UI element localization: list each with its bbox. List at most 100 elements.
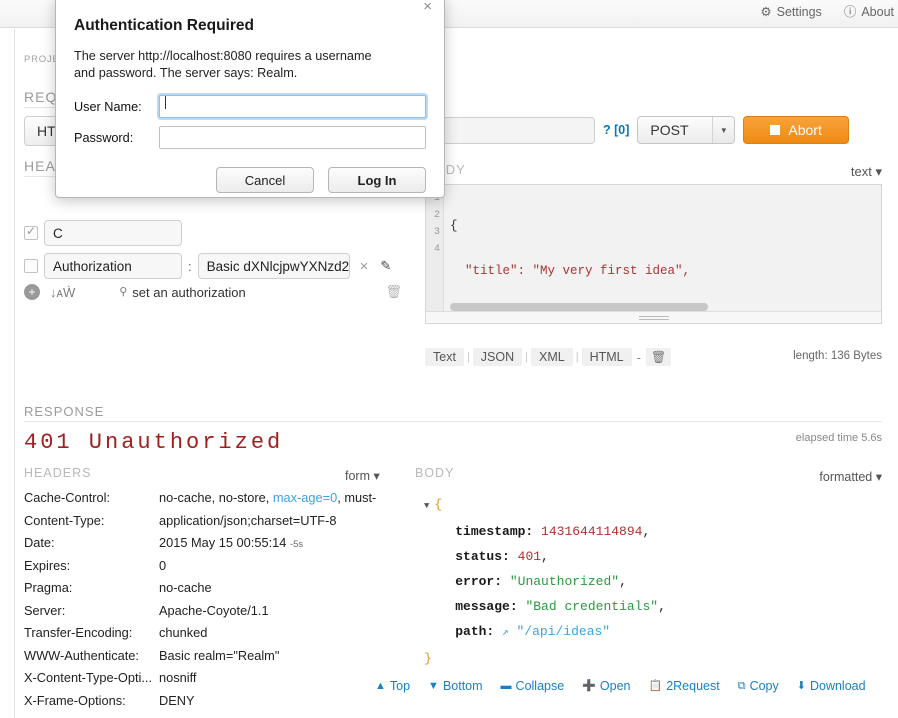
response-headers-label: HEADERS xyxy=(24,466,91,480)
header-key: Content-Type: xyxy=(24,513,159,528)
add-header-icon[interactable]: + xyxy=(24,284,40,300)
json-field: message: "Bad credentials", xyxy=(424,594,884,619)
table-row: WWW-Authenticate: Basic realm="Realm" xyxy=(24,648,424,671)
separator: - xyxy=(632,350,646,365)
header-value: application/json;charset=UTF-8 xyxy=(159,513,336,528)
open-button[interactable]: ➕Open xyxy=(582,679,630,693)
password-row: Password: xyxy=(74,126,426,149)
download-button[interactable]: ⬇Download xyxy=(797,679,866,693)
json-value: "Bad credentials" xyxy=(525,599,658,614)
chevron-down-icon: ▾ xyxy=(876,470,882,484)
request-body-format-select[interactable]: text ▾ xyxy=(851,164,882,180)
close-icon[interactable]: × xyxy=(423,0,432,15)
dialog-title: Authentication Required xyxy=(74,17,426,35)
json-comma: , xyxy=(642,524,650,539)
header-row: Authorization : Basic dXNlcjpwYXNzd2! × … xyxy=(24,253,393,279)
collapse-triangle-icon[interactable]: ▼ xyxy=(424,501,429,511)
table-row: Server: Apache-Coyote/1.1 xyxy=(24,603,424,626)
header-value-note: -5s xyxy=(290,539,303,550)
header-key: Date: xyxy=(24,535,159,550)
clear-body-icon[interactable]: 🗑 xyxy=(646,348,671,366)
method-select[interactable]: POST ▼ xyxy=(637,116,735,144)
top-button[interactable]: ▲Top xyxy=(375,679,410,693)
copy-label: Copy xyxy=(750,679,779,693)
header-value: no-cache xyxy=(159,580,212,595)
header-value-tail: , must- xyxy=(337,490,376,505)
header-enabled-checkbox[interactable] xyxy=(24,259,38,273)
key-icon: ⚲ xyxy=(119,287,127,298)
response-action-bar: ▲Top ▼Bottom ▬Collapse ➕Open 📋2Request ⧉… xyxy=(375,679,866,693)
username-input[interactable] xyxy=(159,95,426,118)
json-key: status: xyxy=(455,549,510,564)
cancel-button[interactable]: Cancel xyxy=(216,167,314,193)
header-key: Transfer-Encoding: xyxy=(24,625,159,640)
edit-header-icon[interactable]: ✎ xyxy=(378,258,393,274)
abort-button[interactable]: Abort xyxy=(743,116,848,144)
settings-button[interactable]: ⚙ Settings xyxy=(760,5,821,19)
copy-button[interactable]: ⧉Copy xyxy=(738,679,779,693)
url-help-label[interactable]: ? [0] xyxy=(603,123,629,137)
header-key: X-Frame-Options: xyxy=(24,693,159,708)
request-body-format-value: text xyxy=(851,164,872,179)
info-icon: ⓘ xyxy=(844,6,857,19)
format-json-button[interactable]: JSON xyxy=(473,348,522,366)
json-field: status: 401, xyxy=(424,544,884,569)
json-value[interactable]: "/api/ideas" xyxy=(516,624,610,639)
editor-horizontal-scrollbar[interactable] xyxy=(450,303,875,311)
about-button[interactable]: ⓘ About xyxy=(844,5,894,19)
json-field: error: "Unauthorized", xyxy=(424,569,884,594)
bottom-label: Bottom xyxy=(443,679,483,693)
gear-icon: ⚙ xyxy=(760,6,771,19)
chevron-down-icon: ▾ xyxy=(875,164,882,179)
response-body-view-select[interactable]: formatted ▾ xyxy=(819,469,882,484)
open-label: Open xyxy=(600,679,631,693)
delete-headers-icon[interactable]: 🗑 xyxy=(385,284,402,300)
body-length-label: length: 136 Bytes xyxy=(793,350,882,362)
table-row: Content-Type: application/json;charset=U… xyxy=(24,513,424,536)
header-key: Cache-Control: xyxy=(24,490,159,505)
download-label: Download xyxy=(810,679,866,693)
set-authorization-button[interactable]: ⚲ set an authorization xyxy=(119,285,246,300)
chevron-down-icon[interactable]: ▼ xyxy=(712,117,734,143)
header-enabled-checkbox[interactable] xyxy=(24,226,38,240)
header-name-input[interactable]: C xyxy=(44,220,182,246)
external-link-icon[interactable]: ↗ xyxy=(502,627,509,639)
header-value: Basic realm="Realm" xyxy=(159,648,279,663)
username-label: User Name: xyxy=(74,100,159,114)
request-body-editor[interactable]: 1 2 3 4 { "title": "My very first idea",… xyxy=(425,184,882,324)
to-request-button[interactable]: 📋2Request xyxy=(648,679,719,693)
password-input[interactable] xyxy=(159,126,426,149)
text-caret xyxy=(165,96,166,109)
collapse-button[interactable]: ▬Collapse xyxy=(501,679,565,693)
remove-header-icon[interactable]: × xyxy=(356,258,373,275)
line-number: 3 xyxy=(426,224,443,241)
sort-headers-icon[interactable]: ↓ᴀẀ xyxy=(50,285,75,300)
collapse-label: Collapse xyxy=(516,679,565,693)
line-number: 4 xyxy=(426,241,443,258)
table-row: Date: 2015 May 15 00:55:14 -5s xyxy=(24,535,424,558)
header-name-input[interactable]: Authorization xyxy=(44,253,182,279)
json-comma: , xyxy=(658,599,666,614)
header-value-input[interactable]: Basic dXNlcjpwYXNzd2! xyxy=(198,253,350,279)
editor-resize-handle[interactable] xyxy=(426,311,881,323)
max-age-link[interactable]: max-age=0 xyxy=(273,490,337,505)
authentication-dialog: × Authentication Required The server htt… xyxy=(55,0,445,198)
format-html-button[interactable]: HTML xyxy=(582,348,632,366)
to-request-label: 2Request xyxy=(666,679,720,693)
url-input[interactable] xyxy=(425,117,595,144)
format-text-button[interactable]: Text xyxy=(425,348,464,366)
response-headers-view-value: form xyxy=(345,469,370,483)
json-field: timestamp: 1431644114894, xyxy=(424,519,884,544)
json-comma: , xyxy=(541,549,549,564)
code-line: { xyxy=(445,218,881,235)
format-xml-button[interactable]: XML xyxy=(531,348,573,366)
json-open-line: ▼{ xyxy=(424,492,884,519)
separator: | xyxy=(573,351,582,363)
bottom-button[interactable]: ▼Bottom xyxy=(428,679,483,693)
json-key: timestamp: xyxy=(455,524,533,539)
response-headers-view-select[interactable]: form ▾ xyxy=(345,468,380,483)
url-row: ? [0] POST ▼ Abort xyxy=(425,116,849,144)
header-value-text: no-cache, no-store, xyxy=(159,490,273,505)
chevron-down-icon: ▾ xyxy=(373,469,379,483)
login-button[interactable]: Log In xyxy=(328,167,426,193)
